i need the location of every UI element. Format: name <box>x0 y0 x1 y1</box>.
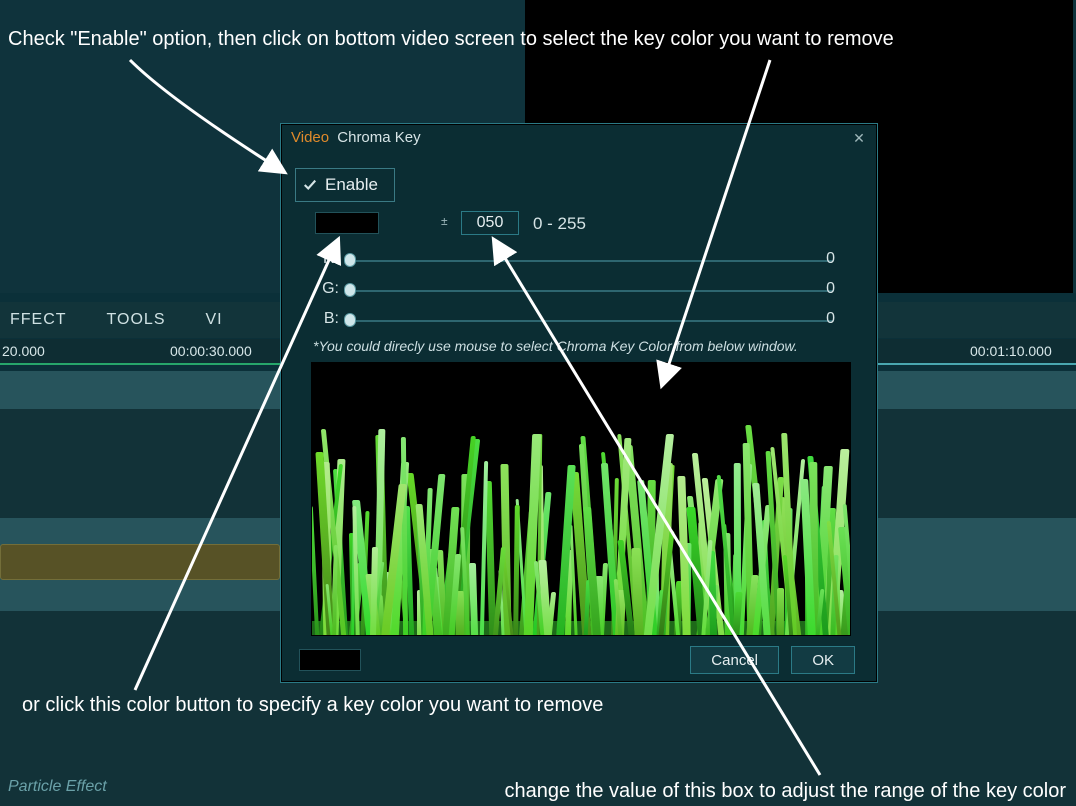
slider-red[interactable]: R: 0 <box>317 250 837 270</box>
footer-clip-label: Particle Effect <box>8 778 107 796</box>
enable-label: Enable <box>325 175 378 195</box>
slider-green-thumb[interactable] <box>344 283 356 297</box>
slider-blue-thumb[interactable] <box>344 313 356 327</box>
timeline-clip[interactable] <box>0 544 280 580</box>
annotation-top: Check "Enable" option, then click on bot… <box>8 28 1068 51</box>
menu-tools[interactable]: TOOLS <box>107 311 166 329</box>
annotation-bottom: change the value of this box to adjust t… <box>505 780 1066 803</box>
annotation-middle: or click this color button to specify a … <box>22 694 722 717</box>
ruler-time-0: 20.000 <box>2 343 45 359</box>
ok-button[interactable]: OK <box>791 646 855 674</box>
picked-color-swatch <box>299 649 361 671</box>
grass-blade <box>777 588 784 635</box>
dialog-title-video: Video <box>291 129 329 146</box>
slider-green-label: G: <box>317 280 339 298</box>
slider-blue-track[interactable] <box>349 320 833 322</box>
slider-green-track[interactable] <box>349 290 833 292</box>
ruler-time-1: 00:00:30.000 <box>170 343 252 359</box>
slider-blue-value: 0 <box>801 310 835 328</box>
slider-red-track[interactable] <box>349 260 833 262</box>
menu-effect[interactable]: FFECT <box>10 311 67 329</box>
grass-blade <box>469 563 478 635</box>
ruler-time-2: 00:01:10.000 <box>970 343 1052 359</box>
preview-hint: *You could direcly use mouse to select C… <box>313 338 798 354</box>
menu-view-partial[interactable]: VI <box>206 311 223 329</box>
cancel-button[interactable]: Cancel <box>690 646 779 674</box>
slider-blue-label: B: <box>317 310 339 328</box>
key-color-swatch[interactable] <box>315 212 379 234</box>
dialog-titlebar[interactable]: Video Chroma Key ✕ <box>281 124 877 152</box>
color-picker-preview[interactable]: // blades generated into preview; placed… <box>311 362 851 636</box>
enable-checkbox-group[interactable]: Enable <box>295 168 395 202</box>
slider-green-value: 0 <box>801 280 835 298</box>
checkmark-icon[interactable] <box>302 178 317 192</box>
chroma-key-dialog: Video Chroma Key ✕ Enable ± 0 - 255 R: 0… <box>280 123 878 683</box>
tolerance-input[interactable] <box>461 211 519 235</box>
close-icon[interactable]: ✕ <box>851 130 867 146</box>
slider-green[interactable]: G: 0 <box>317 280 837 300</box>
slider-blue[interactable]: B: 0 <box>317 310 837 330</box>
tolerance-range-label: 0 - 255 <box>533 214 586 234</box>
slider-red-value: 0 <box>801 250 835 268</box>
grass-blade <box>311 506 319 635</box>
dialog-title-chroma: Chroma Key <box>337 129 420 146</box>
slider-red-thumb[interactable] <box>344 253 356 267</box>
slider-red-label: R: <box>317 250 339 268</box>
plus-minus-icon: ± <box>441 214 448 228</box>
